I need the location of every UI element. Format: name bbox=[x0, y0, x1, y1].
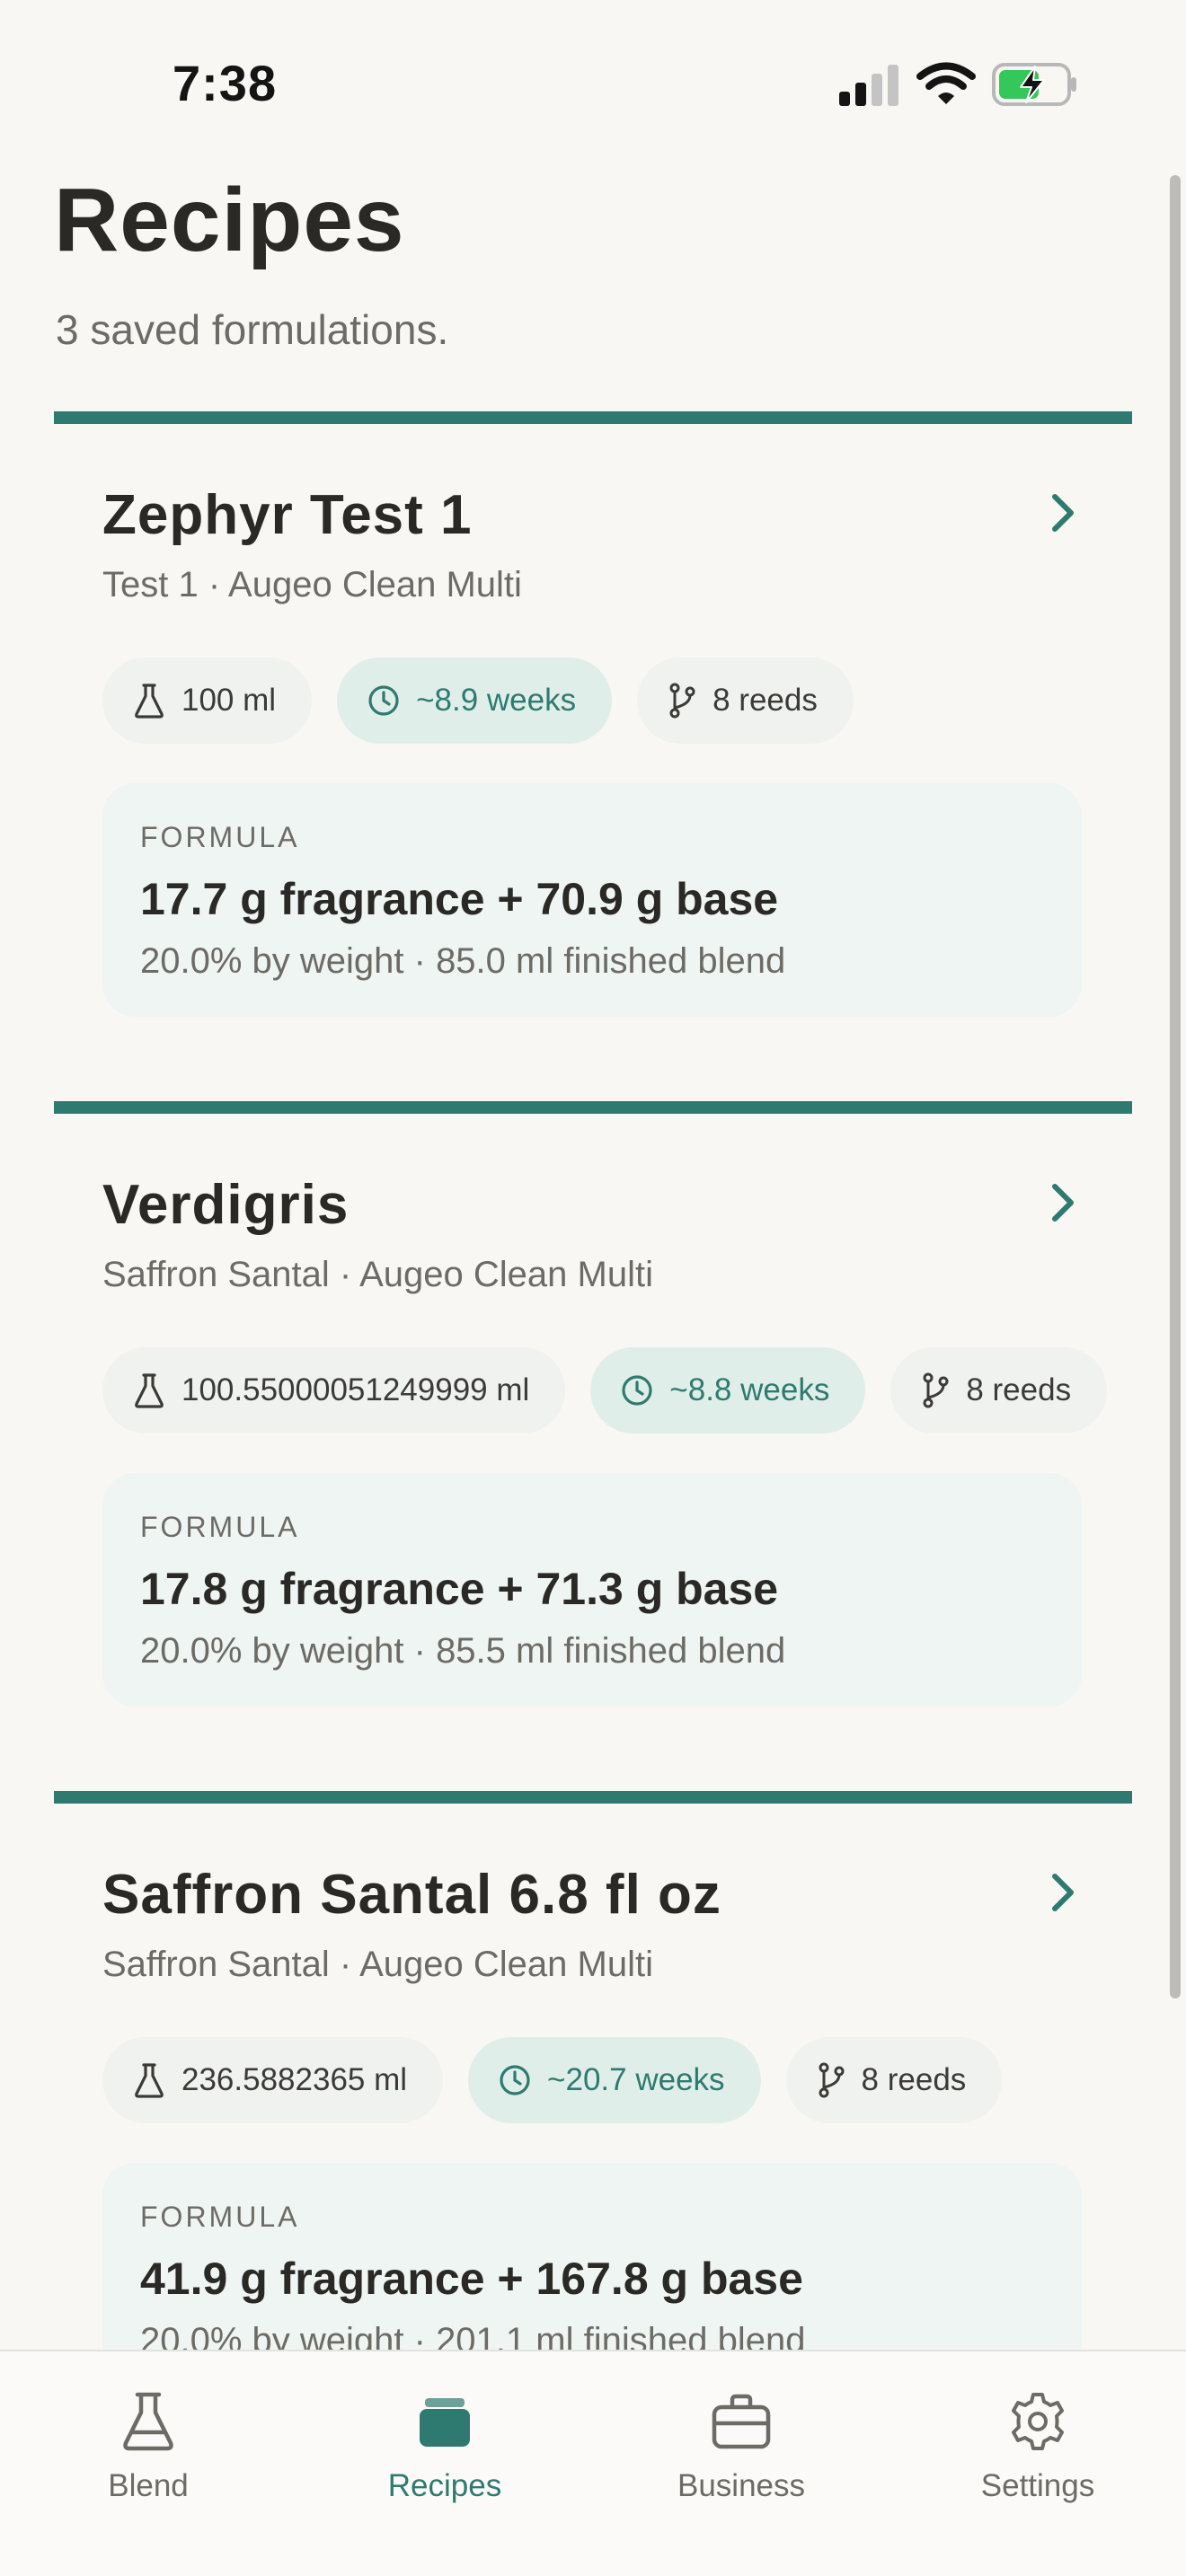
tab-label: Business bbox=[677, 2468, 806, 2503]
branch-icon bbox=[923, 1372, 949, 1408]
duration-chip: ~20.7 weeks bbox=[468, 2037, 761, 2123]
formula-label: FORMULA bbox=[140, 2201, 300, 2233]
branch-icon bbox=[819, 2062, 845, 2098]
formula-main: 17.7 g fragrance + 70.9 g base bbox=[140, 874, 779, 924]
recipe-source: Test 1 · Augeo Clean Multi bbox=[102, 565, 522, 604]
wifi-icon bbox=[916, 62, 976, 104]
chevron-right-icon[interactable] bbox=[1049, 491, 1076, 534]
formula-main: 17.8 g fragrance + 71.3 g base bbox=[140, 1564, 779, 1614]
duration-value: ~20.7 weeks bbox=[547, 2062, 725, 2097]
clock-icon bbox=[500, 2065, 530, 2095]
chevron-right-icon[interactable] bbox=[1049, 1871, 1076, 1914]
cellular-signal-icon bbox=[839, 65, 898, 106]
formula-label: FORMULA bbox=[140, 1511, 300, 1543]
tab-label: Settings bbox=[980, 2468, 1095, 2503]
reeds-chip: 8 reeds bbox=[890, 1347, 1108, 1434]
flask-icon bbox=[123, 2392, 173, 2451]
folder-icon bbox=[420, 2398, 470, 2447]
chevron-right-icon[interactable] bbox=[1049, 1181, 1076, 1224]
scroll-indicator[interactable] bbox=[1170, 175, 1181, 1998]
volume-value: 100 ml bbox=[181, 683, 277, 718]
recipe-name: Verdigris bbox=[102, 1174, 350, 1236]
volume-chip: 100 ml bbox=[102, 657, 313, 744]
volume-chip: 100.55000051249999 ml bbox=[102, 1347, 566, 1434]
recipe-name: Zephyr Test 1 bbox=[102, 484, 473, 546]
volume-value: 100.55000051249999 ml bbox=[181, 1372, 530, 1407]
tab-label: Blend bbox=[108, 2468, 189, 2503]
duration-value: ~8.9 weeks bbox=[416, 683, 577, 718]
reeds-chip: 8 reeds bbox=[637, 657, 854, 744]
formula-detail: 20.0% by weight · 85.5 ml finished blend bbox=[140, 1631, 786, 1671]
recipe-source: Saffron Santal · Augeo Clean Multi bbox=[102, 1255, 653, 1294]
recipe-card[interactable]: Verdigris Saffron Santal · Augeo Clean M… bbox=[54, 1101, 1132, 1730]
volume-value: 236.5882365 ml bbox=[181, 2062, 408, 2097]
duration-chip: ~8.9 weeks bbox=[337, 657, 613, 744]
formula-detail: 20.0% by weight · 85.0 ml finished blend bbox=[140, 941, 786, 981]
recipe-chips: 100.55000051249999 ml ~8.8 weeks 8 reeds bbox=[102, 1347, 1108, 1434]
volume-chip: 236.5882365 ml bbox=[102, 2037, 444, 2123]
reeds-chip: 8 reeds bbox=[785, 2037, 1003, 2123]
recipe-chips: 236.5882365 ml ~20.7 weeks 8 reeds bbox=[102, 2037, 1003, 2123]
tab-settings[interactable]: Settings bbox=[890, 2351, 1186, 2576]
duration-value: ~8.8 weeks bbox=[669, 1372, 830, 1407]
flask-icon bbox=[135, 1373, 164, 1408]
reeds-value: 8 reeds bbox=[966, 1372, 1072, 1407]
recipe-chips: 100 ml ~8.9 weeks 8 reeds bbox=[102, 657, 854, 744]
formula-label: FORMULA bbox=[140, 821, 300, 853]
recipe-source: Saffron Santal · Augeo Clean Multi bbox=[102, 1945, 653, 1984]
tab-recipes[interactable]: Recipes bbox=[296, 2351, 593, 2576]
clock-icon bbox=[622, 1375, 652, 1406]
formula-main: 41.9 g fragrance + 167.8 g base bbox=[140, 2254, 803, 2304]
tab-bar: Blend Recipes Business Settings bbox=[0, 2350, 1186, 2576]
branch-icon bbox=[669, 683, 695, 719]
tab-label: Recipes bbox=[387, 2468, 502, 2503]
page-subtitle: 3 saved formulations. bbox=[56, 306, 449, 353]
gear-icon bbox=[1012, 2393, 1064, 2450]
recipe-name: Saffron Santal 6.8 fl oz bbox=[102, 1864, 721, 1926]
status-bar: 7:38 bbox=[0, 0, 1186, 171]
tab-business[interactable]: Business bbox=[593, 2351, 890, 2576]
briefcase-icon bbox=[712, 2394, 771, 2449]
clock-icon bbox=[368, 685, 399, 716]
tab-blend[interactable]: Blend bbox=[0, 2351, 296, 2576]
formula-box: FORMULA 17.8 g fragrance + 71.3 g base 2… bbox=[102, 1473, 1082, 1707]
duration-chip: ~8.8 weeks bbox=[590, 1347, 866, 1434]
flask-icon bbox=[135, 684, 164, 719]
flask-icon bbox=[135, 2063, 164, 2098]
recipe-card[interactable]: Zephyr Test 1 Test 1 · Augeo Clean Multi… bbox=[54, 411, 1132, 1040]
reeds-value: 8 reeds bbox=[712, 683, 818, 718]
battery-charging-icon bbox=[992, 63, 1076, 106]
recipe-card[interactable]: Saffron Santal 6.8 fl oz Saffron Santal … bbox=[54, 1791, 1132, 2420]
status-time: 7:38 bbox=[173, 55, 278, 111]
formula-box: FORMULA 17.7 g fragrance + 70.9 g base 2… bbox=[102, 783, 1082, 1017]
page-title: Recipes bbox=[54, 170, 405, 270]
reeds-value: 8 reeds bbox=[861, 2062, 967, 2097]
